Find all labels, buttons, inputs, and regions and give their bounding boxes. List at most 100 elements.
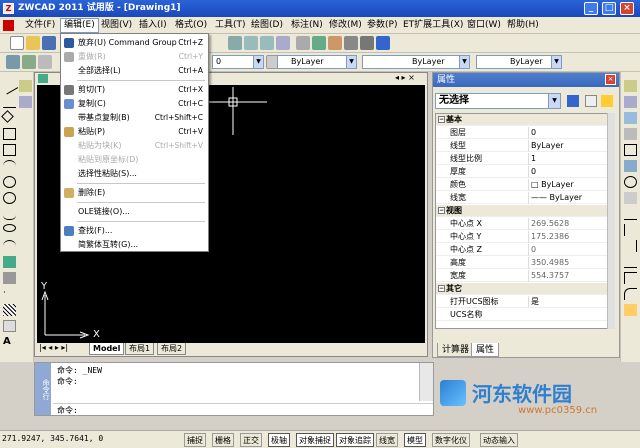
property-value[interactable]: 是: [528, 296, 614, 308]
menu-window[interactable]: 窗口(W): [464, 18, 504, 33]
menu-edit[interactable]: 编辑(E): [60, 18, 99, 33]
point-icon[interactable]: ·: [3, 288, 16, 300]
ellipse-arc-icon[interactable]: [3, 240, 16, 252]
property-value[interactable]: 0: [528, 244, 614, 256]
lineweight-dropdown[interactable]: ByLayer ▼: [476, 55, 562, 69]
edit-menu-item[interactable]: 带基点复制(B) Ctrl+Shift+C: [62, 111, 207, 125]
break-icon[interactable]: [624, 256, 637, 268]
move-icon[interactable]: [624, 160, 637, 172]
copy-object-icon[interactable]: [19, 96, 32, 108]
circle-icon[interactable]: [3, 176, 16, 188]
calculator-icon[interactable]: [344, 36, 358, 50]
edit-menu-item[interactable]: 放弃(U) Command Group Ctrl+Z: [62, 36, 207, 50]
property-row[interactable]: 高度 350.4985: [436, 257, 614, 269]
cloud-icon[interactable]: [3, 192, 16, 204]
property-row[interactable]: 打开UCS图标 是: [436, 296, 614, 308]
command-input[interactable]: 命令:: [53, 403, 433, 415]
arc-icon[interactable]: [3, 160, 16, 172]
rectangle-icon[interactable]: [3, 144, 16, 156]
menu-help[interactable]: 帮助(H): [504, 18, 542, 33]
property-value[interactable]: 269.5628: [528, 218, 614, 230]
menu-et-tools[interactable]: ET扩展工具(X): [400, 18, 466, 33]
property-value[interactable]: 0: [528, 127, 614, 139]
rotate-icon[interactable]: [624, 176, 637, 188]
property-value[interactable]: 350.4985: [528, 257, 614, 269]
selection-dropdown[interactable]: 无选择 ▼: [435, 93, 561, 109]
property-value[interactable]: —— ByLayer: [528, 192, 614, 204]
stretch-icon[interactable]: [624, 208, 637, 220]
property-row[interactable]: 中心点 X 269.5628: [436, 218, 614, 230]
close-icon[interactable]: ×: [605, 74, 616, 85]
edit-menu-item[interactable]: 复制(C) Ctrl+C: [62, 97, 207, 111]
collapse-icon[interactable]: −: [438, 116, 445, 123]
mirror-icon[interactable]: [624, 112, 637, 124]
property-row[interactable]: UCS名称: [436, 309, 614, 321]
status-toggle[interactable]: 极轴: [268, 433, 290, 447]
region-icon[interactable]: [3, 320, 16, 332]
open-icon[interactable]: [26, 36, 40, 50]
polygon-icon[interactable]: [3, 128, 16, 140]
property-value[interactable]: □ ByLayer: [528, 179, 614, 191]
property-row[interactable]: 中心点 Y 175.2386: [436, 231, 614, 243]
layer-state-icon[interactable]: [38, 55, 52, 69]
scale-icon[interactable]: [624, 192, 637, 204]
help-icon[interactable]: [376, 36, 390, 50]
make-block-icon[interactable]: [3, 272, 16, 284]
property-row[interactable]: 中心点 Z 0: [436, 244, 614, 256]
hatch-icon[interactable]: [3, 304, 16, 316]
menu-draw[interactable]: 绘图(D): [248, 18, 286, 33]
property-value[interactable]: ByLayer: [528, 140, 614, 152]
explode-icon[interactable]: [624, 304, 637, 316]
polyline-icon[interactable]: [1, 110, 14, 123]
zoom-previous-icon[interactable]: [276, 36, 290, 50]
tab-properties[interactable]: 属性: [471, 343, 500, 357]
insert-block-icon[interactable]: [3, 256, 16, 268]
ellipse-icon[interactable]: [3, 224, 16, 232]
status-toggle[interactable]: 对象追踪: [336, 433, 374, 447]
drawing-window-controls[interactable]: ◂ ▸ ×: [395, 73, 415, 82]
design-center-icon[interactable]: [312, 36, 326, 50]
property-category[interactable]: − 其它: [436, 283, 614, 295]
collapse-icon[interactable]: −: [438, 207, 445, 214]
menu-format[interactable]: 格式(O): [172, 18, 210, 33]
maximize-button[interactable]: □: [602, 2, 616, 15]
menu-view[interactable]: 视图(V): [98, 18, 135, 33]
tab-calculator[interactable]: 计算器: [437, 343, 475, 357]
linetype-dropdown[interactable]: ByLayer ▼: [362, 55, 470, 69]
property-category[interactable]: − 视图: [436, 205, 614, 217]
menu-file[interactable]: 文件(F): [22, 18, 58, 33]
layer-previous-icon[interactable]: [22, 55, 36, 69]
minimize-button[interactable]: _: [584, 2, 598, 15]
color-dropdown[interactable]: ByLayer ▼: [277, 55, 357, 69]
property-category[interactable]: − 基本: [436, 114, 614, 126]
tab-model[interactable]: Model: [89, 343, 125, 355]
save-icon[interactable]: [42, 36, 56, 50]
property-row[interactable]: 宽度 554.3757: [436, 270, 614, 282]
property-row[interactable]: 线型 ByLayer: [436, 140, 614, 152]
property-value[interactable]: 554.3757: [528, 270, 614, 282]
menu-parametric[interactable]: 参数(P): [364, 18, 400, 33]
tab-layout1[interactable]: 布局1: [125, 343, 155, 355]
line-icon[interactable]: [0, 77, 19, 95]
new-icon[interactable]: [10, 36, 24, 50]
markup-icon[interactable]: [360, 36, 374, 50]
menu-dimension[interactable]: 标注(N): [288, 18, 326, 33]
pan-icon[interactable]: [228, 36, 242, 50]
property-row[interactable]: 线型比例 1: [436, 153, 614, 165]
layer-dropdown[interactable]: 0 ▼: [212, 55, 264, 69]
array-icon[interactable]: [624, 144, 637, 156]
edit-menu-item[interactable]: OLE链接(O)...: [62, 205, 207, 219]
document-icon[interactable]: [3, 20, 14, 31]
menu-insert[interactable]: 插入(I): [136, 18, 170, 33]
menu-modify[interactable]: 修改(M): [326, 18, 365, 33]
zoom-window-icon[interactable]: [260, 36, 274, 50]
quick-select-icon[interactable]: [601, 95, 613, 107]
status-toggle[interactable]: 动态输入: [480, 433, 518, 447]
copy-icon[interactable]: [624, 96, 637, 108]
status-toggle[interactable]: 正交: [240, 433, 262, 447]
status-toggle[interactable]: 栅格: [212, 433, 234, 447]
command-scrollbar[interactable]: [419, 363, 433, 401]
edit-menu-item[interactable]: 全部选择(L) Ctrl+A: [62, 64, 207, 78]
chamfer-icon[interactable]: [624, 272, 637, 284]
fillet-icon[interactable]: [624, 288, 637, 300]
